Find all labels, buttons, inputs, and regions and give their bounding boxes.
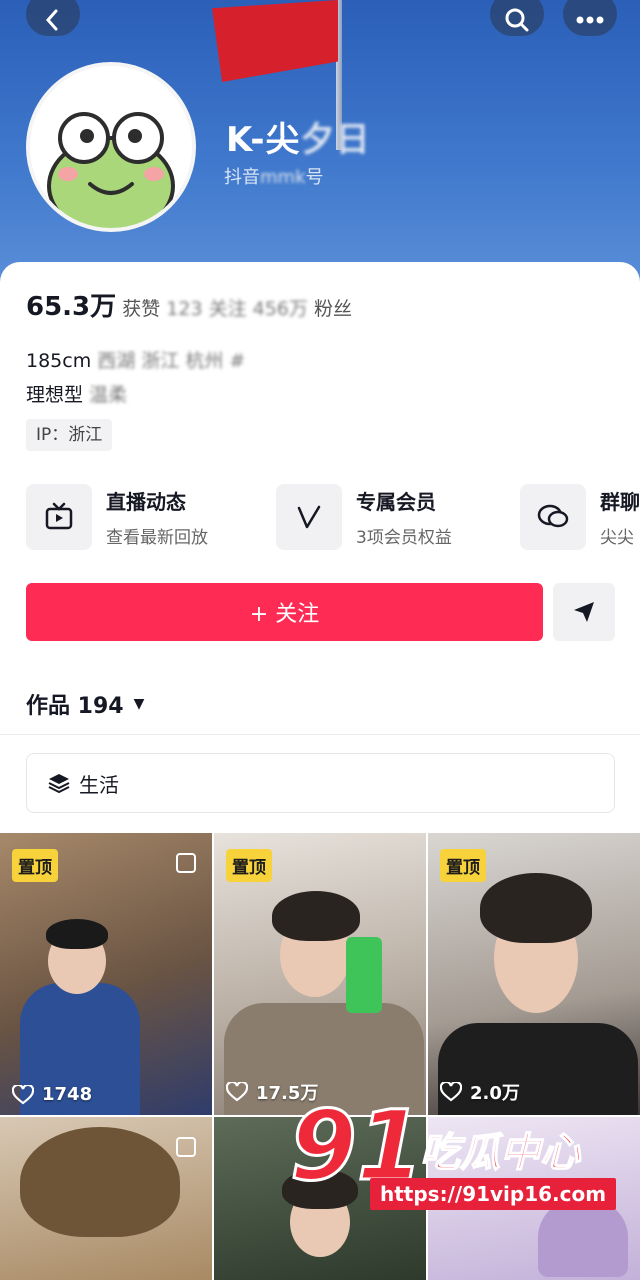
- feature-group-chat[interactable]: 群聊 尖尖: [520, 484, 640, 550]
- tv-icon: [45, 502, 73, 530]
- layers-icon: [48, 774, 70, 794]
- multi-photo-icon: [176, 853, 196, 873]
- phone-image: [346, 937, 382, 1013]
- caret-down-icon: ▼: [133, 696, 145, 712]
- ip-location-tag: IP：浙江: [26, 419, 113, 451]
- send-icon: [574, 602, 594, 622]
- feature-live-updates[interactable]: 直播动态 查看最新回放: [26, 484, 208, 550]
- douyin-id: 抖音mmk号: [224, 167, 324, 188]
- watermark: 91 吃瓜中心 https://91vip16.com: [289, 1089, 630, 1220]
- search-button[interactable]: [490, 0, 544, 36]
- back-button[interactable]: [26, 0, 80, 36]
- v-icon: [297, 505, 321, 529]
- stats-row: 65.3万 获赞 123 关注 456万 粉丝: [26, 292, 352, 322]
- more-dots-icon: [576, 16, 604, 24]
- search-icon: [505, 8, 529, 32]
- chat-icon: [537, 504, 569, 528]
- heart-icon: [12, 1084, 34, 1104]
- pinned-badge: 置顶: [12, 849, 58, 882]
- frog-avatar-icon: [30, 66, 192, 228]
- video-tile[interactable]: 置顶 1748: [0, 833, 212, 1115]
- tab-works[interactable]: 作品 194 ▼: [26, 688, 144, 720]
- more-button[interactable]: [563, 0, 617, 36]
- multi-photo-icon: [176, 1137, 196, 1157]
- pinned-badge: 置顶: [440, 849, 486, 882]
- video-tile[interactable]: 置顶 2.0万: [428, 833, 640, 1115]
- video-tile[interactable]: [0, 1117, 212, 1280]
- bio-line-2: 理想型 温柔: [26, 384, 128, 406]
- profile-name: K-尖夕日: [226, 120, 371, 160]
- follow-button[interactable]: + 关注: [26, 583, 543, 641]
- pinned-badge: 置顶: [226, 849, 272, 882]
- avatar[interactable]: [26, 62, 196, 232]
- collection-filter[interactable]: 生活: [26, 753, 615, 813]
- blurred-stats: 123 关注 456万: [166, 298, 308, 320]
- heart-icon: [226, 1082, 248, 1102]
- flag-image: [212, 0, 338, 82]
- bio-line-1: 185cm 西湖 浙江 杭州 #: [26, 350, 246, 372]
- message-button[interactable]: [553, 583, 615, 641]
- divider: [0, 734, 640, 735]
- feature-membership[interactable]: 专属会员 3项会员权益: [276, 484, 452, 550]
- video-tile[interactable]: 置顶 17.5万: [214, 833, 426, 1115]
- video-likes: 1748: [12, 1084, 92, 1105]
- likes-count: 65.3万: [26, 292, 117, 322]
- chevron-left-icon: [45, 9, 58, 31]
